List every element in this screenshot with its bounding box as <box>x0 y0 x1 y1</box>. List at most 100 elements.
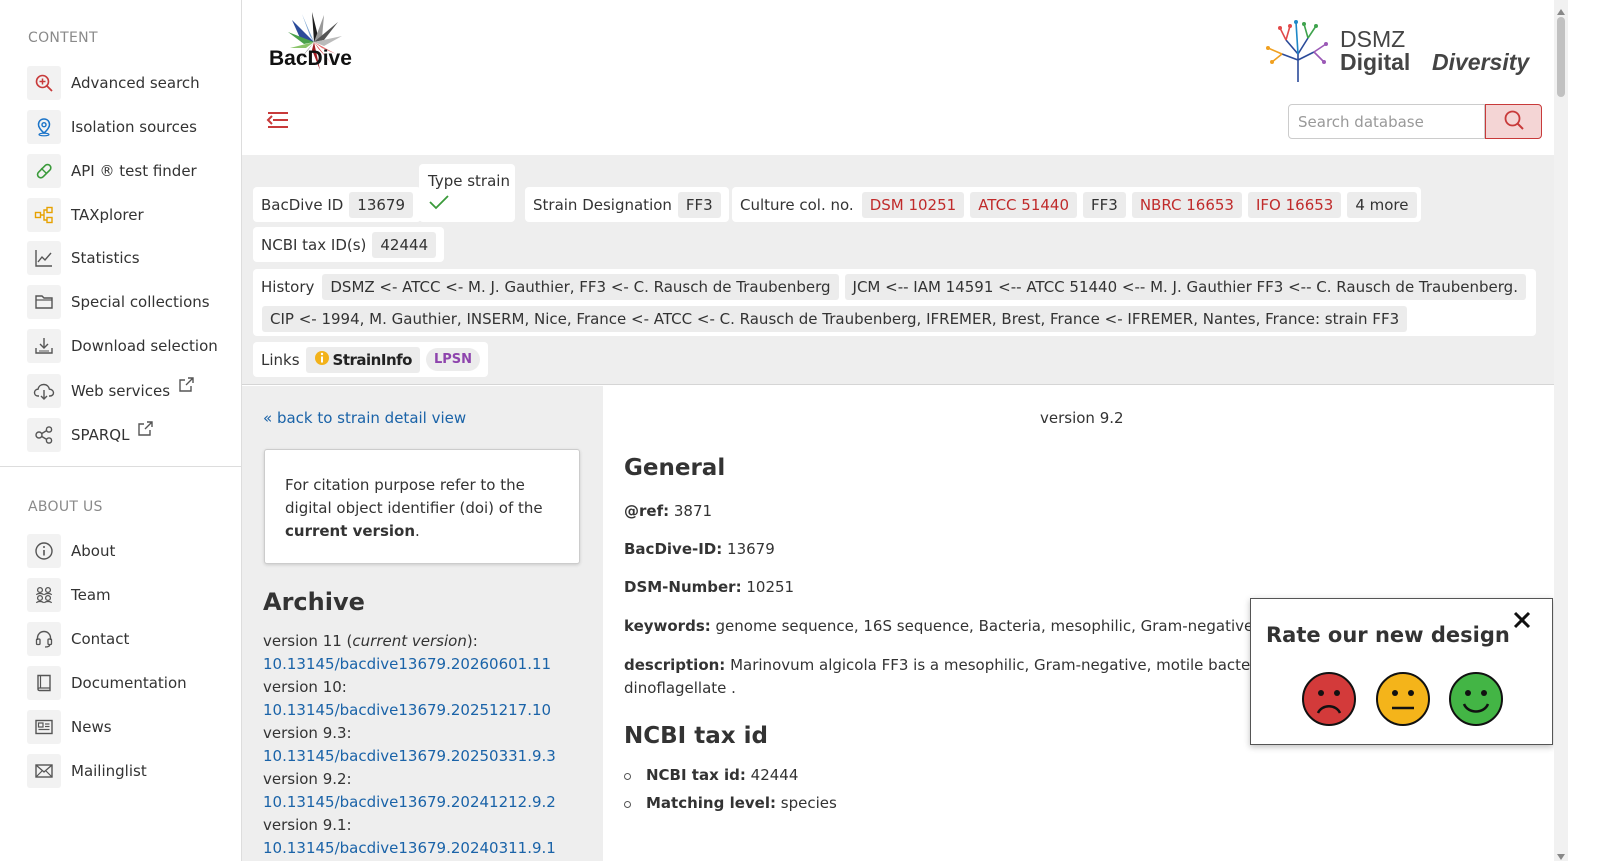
strain-designation-label: Strain Designation <box>533 195 672 214</box>
history-entry: DSMZ <- ATCC <- M. J. Gauthier, FF3 <- C… <box>322 274 839 300</box>
search-input[interactable] <box>1288 104 1485 139</box>
sidebar-item-sparql[interactable]: SPARQL <box>27 418 154 452</box>
neutral-face-icon[interactable] <box>1375 671 1431 727</box>
links-card: Links StrainInfo LPSN <box>253 342 489 377</box>
happy-face-icon[interactable] <box>1448 671 1504 727</box>
svg-text:BacDive: BacDive <box>269 47 352 70</box>
sidebar-item-mailinglist[interactable]: Mailinglist <box>27 754 147 788</box>
type-strain-label: Type strain <box>428 171 510 190</box>
bacdive-id-label: BacDive ID <box>261 195 344 214</box>
strain-designation-value: FF3 <box>677 191 721 218</box>
ref-field: @ref: 3871 <box>624 502 713 520</box>
version-doi-link[interactable]: 10.13145/bacdive13679.20241212.9.2 <box>263 791 556 814</box>
sidebar-item-label: TAXplorer <box>71 206 144 224</box>
ncbi-heading: NCBI tax id <box>624 723 768 749</box>
version-doi-link[interactable]: 10.13145/bacdive13679.20260601.11 <box>263 653 556 676</box>
citation-bold: current version <box>285 522 416 540</box>
sidebar-item-label: News <box>71 718 112 736</box>
sidebar-item-statistics[interactable]: Statistics <box>27 241 140 275</box>
ncbi-tax-item: NCBI tax id: 42444 <box>623 766 798 784</box>
lpsn-link[interactable]: LPSN <box>425 348 481 371</box>
culture-collection-card: Culture col. no. DSM 10251 ATCC 51440 FF… <box>732 187 1421 222</box>
close-button[interactable] <box>1510 608 1534 632</box>
culture-more-button[interactable]: 4 more <box>1347 191 1417 218</box>
sidebar-item-isolation-sources[interactable]: Isolation sources <box>27 110 197 144</box>
bacdive-logo[interactable]: BacDive <box>262 10 362 94</box>
dsmz-digital-diversity-logo[interactable]: DSMZ Digital Diversity <box>1262 14 1532 90</box>
version-label: version 11 (current version): <box>263 632 478 650</box>
sidebar-item-web-services[interactable]: Web services <box>27 374 195 408</box>
menu-collapse-icon <box>265 112 291 138</box>
sidebar-item-label: Statistics <box>71 249 140 267</box>
sidebar-item-documentation[interactable]: Documentation <box>27 666 187 700</box>
dsm-number-field: DSM-Number: 10251 <box>624 578 795 596</box>
close-icon <box>1510 611 1534 636</box>
share-graph-icon <box>27 418 61 452</box>
cloud-download-icon <box>27 374 61 408</box>
bacdive-id-value: 13679 <box>349 191 414 218</box>
download-icon <box>27 329 61 363</box>
sidebar-item-taxplorer[interactable]: TAXplorer <box>27 198 144 232</box>
culture-link-atcc[interactable]: ATCC 51440 <box>970 191 1078 218</box>
general-heading: General <box>624 455 726 481</box>
sidebar-item-label: Web services <box>71 382 171 400</box>
version-doi-link[interactable]: 10.13145/bacdive13679.20251217.10 <box>263 699 556 722</box>
links-label: Links <box>261 350 300 369</box>
page-scrollbar[interactable] <box>1554 0 1568 861</box>
keywords-field: keywords: genome sequence, 16S sequence,… <box>624 617 1311 635</box>
sidebar-item-label: About <box>71 542 116 560</box>
scrollbar-thumb[interactable] <box>1557 17 1565 97</box>
sidebar-item-label: Isolation sources <box>71 118 197 136</box>
sidebar-item-label: Advanced search <box>71 74 200 92</box>
content-section-title: CONTENT <box>28 30 98 46</box>
archive-title: Archive <box>263 588 365 616</box>
version-doi-link[interactable]: 10.13145/bacdive13679.20240311.9.1 <box>263 837 556 860</box>
sidebar-item-about[interactable]: About <box>27 534 115 568</box>
sidebar: CONTENT Advanced search Isolation source… <box>0 0 242 861</box>
sidebar-item-label: Mailinglist <box>71 762 147 780</box>
svg-text:Digital: Digital <box>1340 49 1410 75</box>
culture-link-ifo[interactable]: IFO 16653 <box>1247 191 1342 218</box>
headset-icon <box>27 622 61 656</box>
magnify-plus-icon <box>27 66 61 100</box>
version-label: version 10: <box>263 678 347 696</box>
back-to-strain-link[interactable]: « back to strain detail view <box>263 409 466 427</box>
sidebar-item-api-test-finder[interactable]: API ® test finder <box>27 154 197 188</box>
culture-link-nbrc[interactable]: NBRC 16653 <box>1131 191 1242 218</box>
sidebar-divider <box>0 466 242 467</box>
sidebar-item-contact[interactable]: Contact <box>27 622 129 656</box>
strain-designation-card: Strain Designation FF3 <box>525 187 729 222</box>
scroll-down-arrow-icon[interactable] <box>1556 848 1566 860</box>
matching-level-item: Matching level: species <box>624 794 837 812</box>
sidebar-item-label: Special collections <box>71 293 210 311</box>
culture-collection-label: Culture col. no. <box>740 195 854 214</box>
version-label: version 9.2: <box>263 770 352 788</box>
citation-text: For citation purpose refer to the digita… <box>285 476 543 517</box>
sidebar-item-advanced-search[interactable]: Advanced search <box>27 66 200 100</box>
sidebar-item-special-collections[interactable]: Special collections <box>27 285 210 319</box>
history-label: History <box>261 278 315 296</box>
bacdive-id-card: BacDive ID 13679 <box>253 187 422 222</box>
sidebar-item-team[interactable]: Team <box>27 578 111 612</box>
newspaper-icon <box>27 710 61 744</box>
sidebar-item-download-selection[interactable]: Download selection <box>27 329 218 363</box>
about-section-title: ABOUT US <box>28 499 103 515</box>
search-button[interactable] <box>1485 104 1542 139</box>
sidebar-item-label: Team <box>71 586 111 604</box>
history-entry: CIP <- 1994, M. Gauthier, INSERM, Nice, … <box>262 306 1408 332</box>
menu-collapse-button[interactable] <box>265 108 291 134</box>
info-icon <box>27 534 61 568</box>
culture-link-dsm[interactable]: DSM 10251 <box>861 191 965 218</box>
sad-face-icon[interactable] <box>1301 671 1357 727</box>
ncbi-tax-value[interactable]: 42444 <box>372 231 437 258</box>
sidebar-item-label: API ® test finder <box>71 162 197 180</box>
sidebar-item-news[interactable]: News <box>27 710 112 744</box>
sidebar-item-label: SPARQL <box>71 426 130 444</box>
version-indicator: version 9.2 <box>1040 409 1124 427</box>
straininfo-link[interactable]: StrainInfo <box>305 346 420 373</box>
scroll-up-arrow-icon[interactable] <box>1556 3 1566 15</box>
checkmark-icon <box>428 193 450 215</box>
version-doi-link[interactable]: 10.13145/bacdive13679.20250331.9.3 <box>263 745 556 768</box>
book-icon <box>27 666 61 700</box>
archive-version-list: version 11 (current version): 10.13145/b… <box>263 630 556 860</box>
